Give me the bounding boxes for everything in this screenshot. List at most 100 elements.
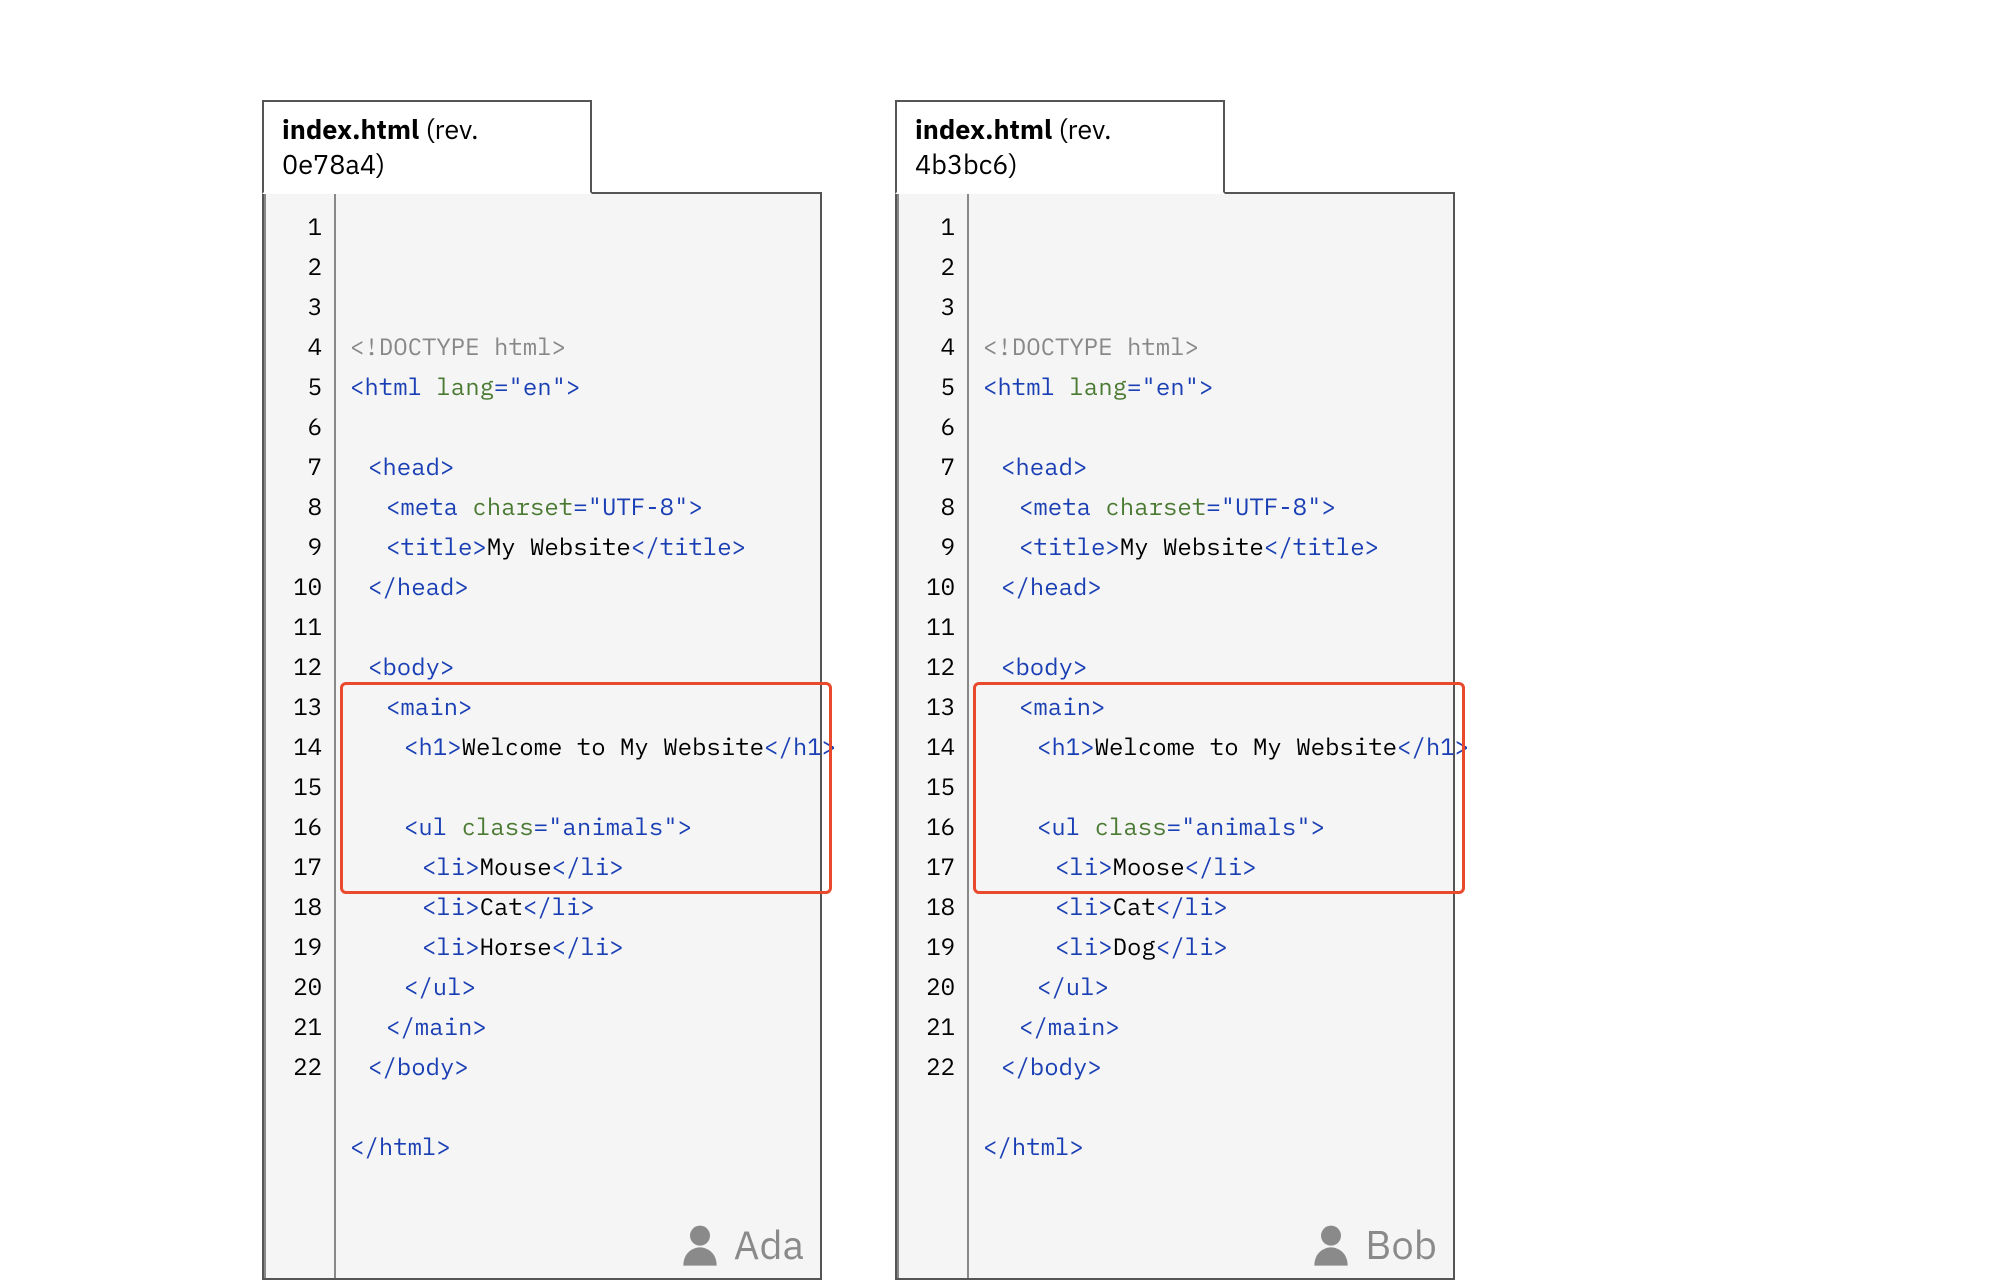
code-line: </head> — [350, 566, 836, 606]
line-number: 2 — [276, 246, 322, 286]
line-number: 5 — [276, 366, 322, 406]
code-line: <li>Dog</li> — [983, 926, 1469, 966]
line-number: 14 — [909, 726, 955, 766]
code-line: <meta charset="UTF-8"> — [983, 486, 1469, 526]
author-name: Bob — [1365, 1218, 1437, 1270]
code-line: <head> — [350, 446, 836, 486]
line-number-gutter: 12345678910111213141516171819202122 — [899, 194, 969, 1278]
code-line: <html lang="en"> — [350, 366, 836, 406]
editor-left: 12345678910111213141516171819202122 <!DO… — [262, 192, 822, 1280]
code-line — [350, 406, 836, 446]
code-line: </head> — [983, 566, 1469, 606]
line-number: 11 — [276, 606, 322, 646]
code-line — [983, 406, 1469, 446]
code-line — [350, 606, 836, 646]
author-badge-left: Ada — [680, 1218, 804, 1270]
code-line — [350, 1086, 836, 1126]
line-number: 10 — [276, 566, 322, 606]
line-number: 21 — [909, 1006, 955, 1046]
line-number: 18 — [276, 886, 322, 926]
line-number: 18 — [909, 886, 955, 926]
line-number: 9 — [909, 526, 955, 566]
line-number: 17 — [909, 846, 955, 886]
code-line: </html> — [983, 1126, 1469, 1166]
code-line: <main> — [983, 686, 1469, 726]
code-line: <head> — [983, 446, 1469, 486]
code-line — [983, 766, 1469, 806]
code-area: <!DOCTYPE html><html lang="en"> <head><me… — [969, 194, 1479, 1278]
line-number: 8 — [276, 486, 322, 526]
line-number: 14 — [276, 726, 322, 766]
code-line: </body> — [350, 1046, 836, 1086]
code-line: <li>Horse</li> — [350, 926, 836, 966]
line-number: 22 — [276, 1046, 322, 1086]
author-name: Ada — [734, 1218, 804, 1270]
line-number: 17 — [276, 846, 322, 886]
line-number: 19 — [909, 926, 955, 966]
line-number: 20 — [909, 966, 955, 1006]
code-line — [350, 766, 836, 806]
editor-right: 12345678910111213141516171819202122 <!DO… — [895, 192, 1455, 1280]
line-number: 1 — [276, 206, 322, 246]
code-line: <title>My Website</title> — [350, 526, 836, 566]
line-number: 13 — [276, 686, 322, 726]
line-number: 3 — [276, 286, 322, 326]
code-line: <ul class="animals"> — [350, 806, 836, 846]
line-number: 1 — [909, 206, 955, 246]
line-number: 6 — [276, 406, 322, 446]
code-line: <body> — [350, 646, 836, 686]
code-line: <ul class="animals"> — [983, 806, 1469, 846]
person-icon — [1311, 1222, 1351, 1266]
file-tab-left: index.html (rev. 0e78a4) — [262, 100, 592, 194]
code-line: </ul> — [983, 966, 1469, 1006]
code-line: <body> — [983, 646, 1469, 686]
line-number: 9 — [276, 526, 322, 566]
line-number: 8 — [909, 486, 955, 526]
line-number: 4 — [909, 326, 955, 366]
line-number: 12 — [909, 646, 955, 686]
line-number: 4 — [276, 326, 322, 366]
code-panel-right: index.html (rev. 4b3bc6) 123456789101112… — [895, 100, 1455, 1280]
line-number: 5 — [909, 366, 955, 406]
author-badge-right: Bob — [1311, 1218, 1437, 1270]
code-line: </main> — [350, 1006, 836, 1046]
code-line: <li>Cat</li> — [350, 886, 836, 926]
code-line: <meta charset="UTF-8"> — [350, 486, 836, 526]
line-number: 21 — [276, 1006, 322, 1046]
code-line: <li>Mouse</li> — [350, 846, 836, 886]
code-line: <!DOCTYPE html> — [350, 326, 836, 366]
code-line: <!DOCTYPE html> — [983, 326, 1469, 366]
line-number: 19 — [276, 926, 322, 966]
code-line: <li>Cat</li> — [983, 886, 1469, 926]
line-number: 7 — [276, 446, 322, 486]
line-number: 20 — [276, 966, 322, 1006]
code-panel-left: index.html (rev. 0e78a4) 123456789101112… — [262, 100, 822, 1280]
line-number: 3 — [909, 286, 955, 326]
code-line: </html> — [350, 1126, 836, 1166]
line-number: 16 — [276, 806, 322, 846]
line-number: 7 — [909, 446, 955, 486]
line-number: 22 — [909, 1046, 955, 1086]
line-number: 10 — [909, 566, 955, 606]
file-name: index.html — [915, 112, 1052, 147]
code-line: </main> — [983, 1006, 1469, 1046]
code-line: <title>My Website</title> — [983, 526, 1469, 566]
person-icon — [680, 1222, 720, 1266]
file-name: index.html — [282, 112, 419, 147]
code-line: <main> — [350, 686, 836, 726]
code-line: <li>Moose</li> — [983, 846, 1469, 886]
diagram-stage: index.html (rev. 0e78a4) 123456789101112… — [0, 0, 2000, 1125]
line-number: 2 — [909, 246, 955, 286]
code-line — [983, 1086, 1469, 1126]
code-line: <h1>Welcome to My Website</h1> — [983, 726, 1469, 766]
code-line — [983, 1166, 1469, 1206]
line-number: 16 — [909, 806, 955, 846]
line-number-gutter: 12345678910111213141516171819202122 — [266, 194, 336, 1278]
code-line: <h1>Welcome to My Website</h1> — [350, 726, 836, 766]
code-line: </ul> — [350, 966, 836, 1006]
code-line — [983, 606, 1469, 646]
line-number: 11 — [909, 606, 955, 646]
file-tab-right: index.html (rev. 4b3bc6) — [895, 100, 1225, 194]
code-line: <html lang="en"> — [983, 366, 1469, 406]
code-line: </body> — [983, 1046, 1469, 1086]
